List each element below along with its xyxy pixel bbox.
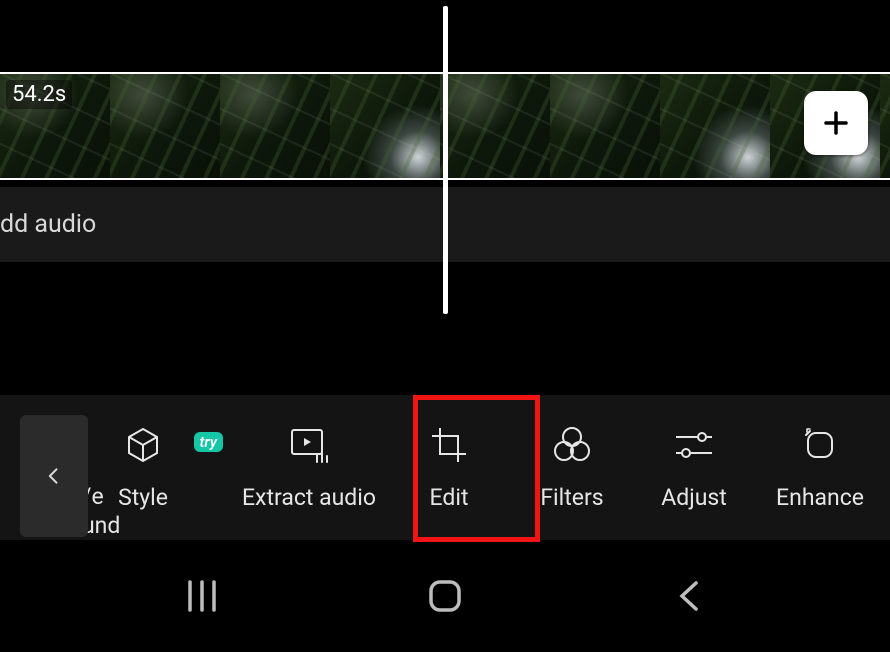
cube-icon: [123, 424, 163, 466]
playhead[interactable]: [443, 6, 448, 314]
try-badge: try: [194, 432, 223, 452]
tool-label: Filters: [540, 484, 603, 511]
nav-recents-button[interactable]: [172, 572, 232, 620]
home-icon: [425, 576, 465, 616]
nav-back-button[interactable]: [658, 572, 718, 620]
enhance-icon: [800, 424, 840, 466]
tool-adjust[interactable]: Adjust: [633, 416, 755, 519]
add-audio-label: dd audio: [0, 210, 96, 239]
tool-enhance[interactable]: Enhance: [755, 416, 885, 519]
clip-thumbnail: [660, 74, 770, 178]
tool-extract-audio[interactable]: Extract audio: [231, 416, 387, 519]
tool-strip: try Style Extract au: [55, 395, 890, 540]
nav-home-button[interactable]: [415, 572, 475, 620]
clip-thumbnail: [880, 74, 890, 178]
tool-label: Extract audio: [242, 484, 376, 511]
tool-label: Edit: [430, 484, 469, 511]
tool-label: Enhance: [776, 484, 864, 511]
clip-thumbnail: [330, 74, 440, 178]
timeline: 54.2s dd audio: [0, 0, 890, 395]
toolbar-back-button[interactable]: [20, 415, 88, 537]
plus-icon: [821, 108, 851, 138]
tool-label: Style: [118, 484, 168, 511]
android-navbar: [0, 540, 890, 652]
chevron-left-icon: [44, 459, 64, 493]
clip-thumbnail: [110, 74, 220, 178]
tool-filters[interactable]: Filters: [511, 416, 633, 519]
add-clip-button[interactable]: [804, 91, 868, 155]
clip-thumbnail: [220, 74, 330, 178]
clip-duration-badge: 54.2s: [6, 80, 72, 109]
recents-icon: [182, 578, 222, 614]
extract-audio-icon: [288, 424, 330, 466]
clip-thumbnail: [440, 74, 550, 178]
crop-icon: [428, 424, 470, 466]
back-icon: [672, 577, 704, 615]
filters-icon: [551, 424, 593, 466]
tool-edit[interactable]: Edit: [387, 416, 511, 519]
clip-thumbnail: [550, 74, 660, 178]
tool-label: Adjust: [661, 484, 727, 511]
sliders-icon: [672, 424, 716, 466]
bottom-toolbar: try Style Extract au: [0, 395, 890, 540]
